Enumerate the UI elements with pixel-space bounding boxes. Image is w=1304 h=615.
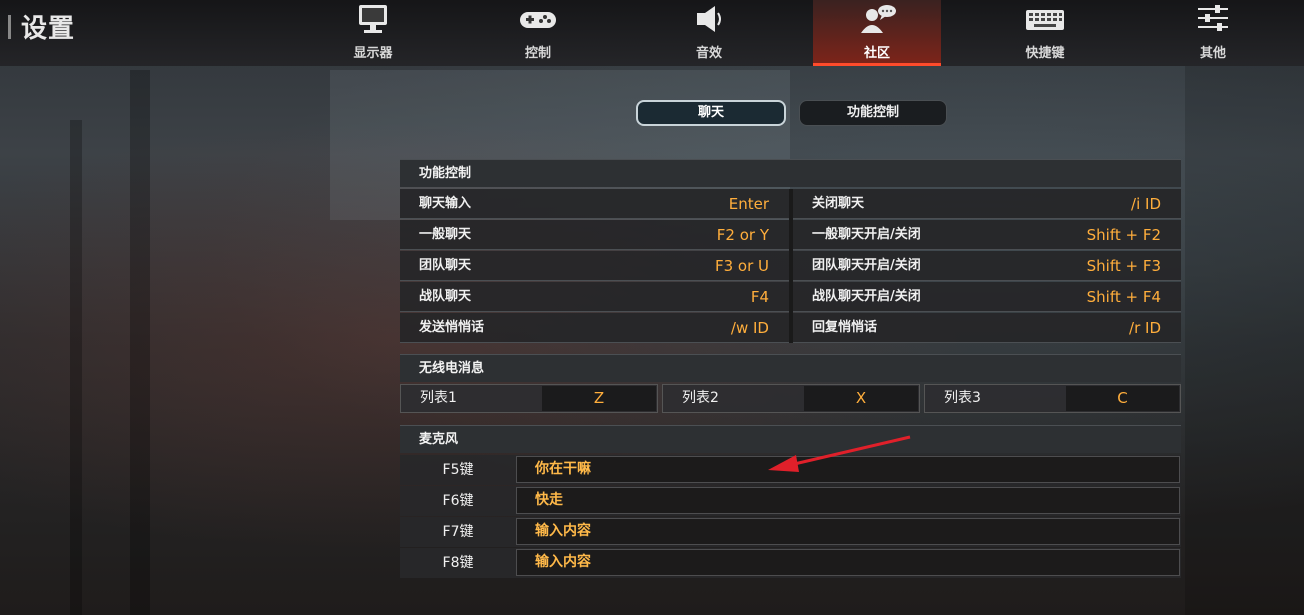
hotkey-value: Enter [728,195,769,213]
background-beam [130,70,150,615]
keyboard-icon [1026,10,1064,30]
hotkey-value: Shift + F3 [1086,257,1161,275]
subtab-function-control[interactable]: 功能控制 [799,100,947,126]
microphone-row: F6键 快走 [400,486,1181,516]
hotkey-label: 战队聊天开启/关闭 [812,289,921,304]
radio-message-header: 无线电消息 [400,354,1181,382]
tab-other[interactable]: 其他 [1149,0,1277,66]
microphone-hotkey: F5键 [442,462,474,478]
tab-control[interactable]: 控制 [474,0,602,66]
hotkey-value: Shift + F2 [1086,226,1161,244]
list-item: 关闭聊天 /i ID [793,189,1181,219]
list-item: 战队聊天 F4 [400,282,789,312]
list-item: 发送悄悄话 /w ID [400,313,789,343]
hotkey-value: F3 or U [714,257,769,275]
hotkey-value: /i ID [1131,195,1161,213]
list-item: 聊天输入 Enter [400,189,789,219]
sliders-icon [1198,5,1228,31]
tab-sound[interactable]: 音效 [645,0,773,66]
tab-display[interactable]: 显示器 [309,0,437,66]
tab-community[interactable]: 社区 [813,0,941,66]
radio-list-label: 列表3 [944,390,981,406]
gamepad-icon [520,12,556,28]
microphone-header: 麦克风 [400,425,1181,453]
microphone-row: F7键 输入内容 [400,517,1181,547]
title-accent-bar [8,14,11,39]
tab-community-label: 社区 [863,46,890,61]
hotkey-label: 聊天输入 [419,196,472,211]
radio-list-item[interactable]: 列表2 X [662,384,920,413]
hotkey-label: 战队聊天 [419,289,472,304]
radio-list-label: 列表2 [682,390,719,406]
page-title-text: 设置 [21,14,76,44]
radio-key-box[interactable]: X [804,386,918,411]
tab-sound-label: 音效 [695,46,722,61]
hotkey-label: 团队聊天开启/关闭 [812,258,921,273]
speaker-icon [697,6,721,32]
microphone-text-input[interactable]: 输入内容 [516,549,1180,576]
microphone-hotkey: F8键 [442,555,474,571]
top-navigation-bar: 设置 显示器 控制 音效 社区 快捷键 其他 [0,0,1304,66]
radio-list-label: 列表1 [420,390,457,406]
hotkey-value: Shift + F4 [1086,288,1161,306]
microphone-text-input[interactable]: 快走 [516,487,1180,514]
microphone-row: F5键 你在干嘛 [400,455,1181,485]
hotkey-value: F2 or Y [716,226,769,244]
tab-other-label: 其他 [1199,46,1226,61]
list-item: 战队聊天开启/关闭 Shift + F4 [793,282,1181,312]
list-item: 团队聊天 F3 or U [400,251,789,281]
monitor-icon [359,5,387,33]
list-item: 回复悄悄话 /r ID [793,313,1181,343]
microphone-hotkey: F6键 [442,493,474,509]
background-beam [70,120,82,615]
tab-control-label: 控制 [524,46,551,61]
hotkey-label: 团队聊天 [419,258,472,273]
hotkey-label: 一般聊天 [419,227,472,242]
background-beam [1185,66,1304,615]
microphone-hotkey: F7键 [442,524,474,540]
microphone-text-input[interactable]: 输入内容 [516,518,1180,545]
radio-key-box[interactable]: C [1066,386,1179,411]
list-item: 一般聊天开启/关闭 Shift + F2 [793,220,1181,250]
tab-hotkeys-label: 快捷键 [1025,46,1065,61]
hotkey-label: 回复悄悄话 [812,320,878,335]
radio-list-item[interactable]: 列表1 Z [400,384,658,413]
page-title: 设置 [8,8,75,45]
radio-key-box[interactable]: Z [542,386,656,411]
microphone-row: F8键 输入内容 [400,548,1181,578]
tab-hotkeys[interactable]: 快捷键 [981,0,1109,66]
tab-display-label: 显示器 [353,46,393,61]
list-item: 一般聊天 F2 or Y [400,220,789,250]
hotkey-value: F4 [750,288,769,306]
list-item: 团队聊天开启/关闭 Shift + F3 [793,251,1181,281]
microphone-text-input[interactable]: 你在干嘛 [516,456,1180,483]
hotkey-value: /r ID [1129,319,1161,337]
function-control-header: 功能控制 [400,159,1181,187]
subtab-chat[interactable]: 聊天 [636,100,786,126]
hotkey-label: 一般聊天开启/关闭 [812,227,921,242]
hotkey-label: 发送悄悄话 [419,320,485,335]
radio-list-item[interactable]: 列表3 C [924,384,1181,413]
hotkey-label: 关闭聊天 [812,196,865,211]
community-chat-icon [861,5,896,33]
hotkey-value: /w ID [730,319,769,337]
